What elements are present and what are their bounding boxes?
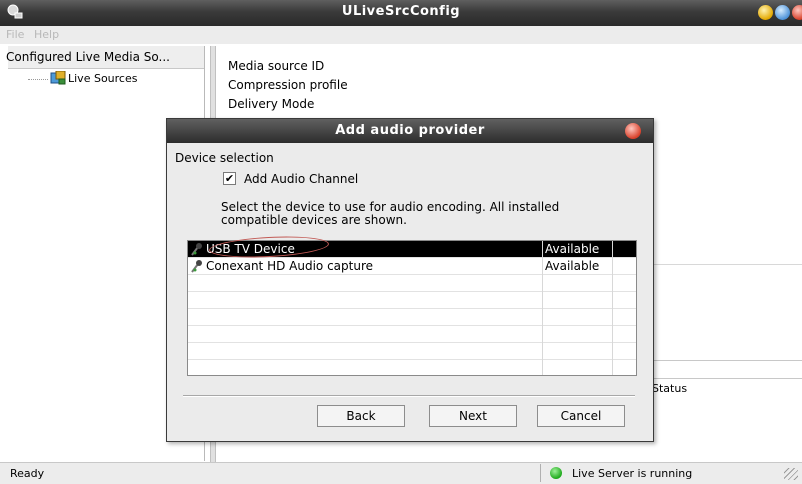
server-status-icon xyxy=(550,467,562,479)
column-divider xyxy=(542,241,543,375)
list-item-empty xyxy=(188,292,636,309)
menu-file[interactable]: File xyxy=(6,28,24,41)
add-audio-provider-dialog: Add audio provider Device selection ✔ Ad… xyxy=(166,118,654,442)
close-window-button[interactable] xyxy=(792,5,802,20)
minimize-button[interactable] xyxy=(758,5,773,20)
device-status: Available xyxy=(545,259,600,273)
microphone-icon xyxy=(191,243,202,256)
status-column-header[interactable]: Status xyxy=(652,382,687,395)
device-status: Available xyxy=(545,242,600,256)
list-item[interactable]: Conexant HD Audio capture Available xyxy=(188,258,636,275)
add-audio-channel-label[interactable]: Add Audio Channel xyxy=(244,172,358,186)
media-source-id-label: Media source ID xyxy=(228,59,325,73)
divider xyxy=(640,378,802,379)
list-item-empty xyxy=(188,275,636,292)
back-button[interactable]: Back xyxy=(317,405,405,427)
window-title: ULiveSrcConfig xyxy=(341,4,461,19)
status-text: Ready xyxy=(10,467,45,480)
status-separator xyxy=(540,464,541,482)
list-item-empty xyxy=(188,326,636,343)
cancel-button[interactable]: Cancel xyxy=(537,405,625,427)
microphone-icon xyxy=(191,260,202,273)
menubar xyxy=(0,26,802,44)
window-titlebar[interactable]: ULiveSrcConfig xyxy=(0,0,802,26)
maximize-button[interactable] xyxy=(775,5,790,20)
tree-header[interactable]: Configured Live Media So... xyxy=(6,46,204,69)
live-sources-icon xyxy=(50,71,66,85)
device-selection-heading: Device selection xyxy=(175,151,274,165)
dialog-title: Add audio provider xyxy=(335,123,485,138)
device-list[interactable]: USB TV Device Available Conexant HD Audi… xyxy=(187,240,637,376)
dialog-description: Select the device to use for audio encod… xyxy=(221,200,560,227)
resize-grip-icon[interactable] xyxy=(784,468,798,480)
dialog-separator xyxy=(183,395,635,397)
server-status-text: Live Server is running xyxy=(572,467,693,480)
tree-item-live-sources[interactable]: Live Sources xyxy=(68,72,137,85)
dialog-titlebar[interactable]: Add audio provider xyxy=(167,119,653,143)
dialog-close-button[interactable] xyxy=(625,123,641,139)
list-item-empty xyxy=(188,343,636,360)
delivery-mode-label: Delivery Mode xyxy=(228,97,315,111)
tree-connector xyxy=(28,79,48,80)
menu-help[interactable]: Help xyxy=(34,28,59,41)
device-name: Conexant HD Audio capture xyxy=(206,259,374,273)
tree-header-label: Configured Live Media So... xyxy=(6,50,170,64)
column-divider xyxy=(612,241,613,375)
list-item-empty xyxy=(188,309,636,326)
compression-profile-label: Compression profile xyxy=(228,78,348,92)
add-audio-channel-checkbox[interactable]: ✔ xyxy=(223,172,236,185)
next-button[interactable]: Next xyxy=(429,405,517,427)
